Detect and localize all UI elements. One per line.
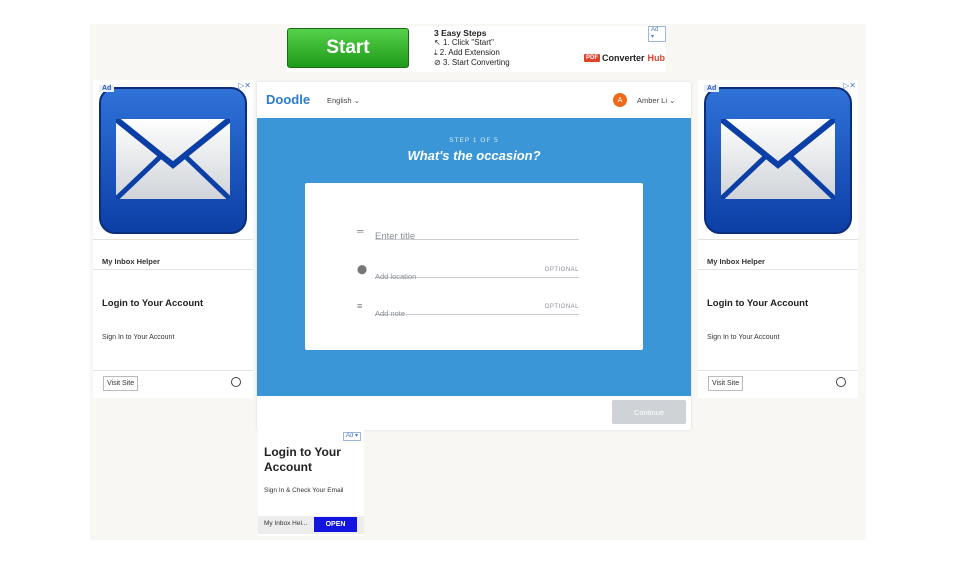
envelope-flap-icon: [114, 116, 232, 201]
note-field[interactable]: ≡ Add note OPTIONAL: [357, 301, 579, 318]
envelope-flap-icon: [719, 116, 837, 201]
ad-sponsor: My Inbox Helper: [102, 257, 160, 266]
note-lines-icon: ≡: [357, 301, 363, 311]
ad-label: Ad: [99, 85, 115, 92]
step-3: ⊘ 3. Start Converting: [434, 58, 510, 67]
ad-label: Ad: [704, 85, 720, 92]
location-pin-icon: ⬤: [357, 264, 368, 274]
top-banner-ad[interactable]: Start 3 Easy Steps ↖ 1. Click "Start" ⤓ …: [286, 26, 666, 72]
ad-description: Sign In & Check Your Email: [264, 487, 344, 494]
optional-label: OPTIONAL: [544, 267, 579, 273]
step-section: STEP 1 OF 5 What's the occasion? ═ Enter…: [257, 118, 691, 396]
check-circle-icon: ⊘: [434, 58, 443, 67]
converter-hub-logo: PDF Converter Hub: [584, 53, 666, 63]
title-field[interactable]: ═ Enter title: [357, 226, 579, 242]
page-title: What's the occasion?: [407, 148, 541, 163]
globe-icon: [836, 377, 846, 387]
right-side-ad[interactable]: Ad ▷✕ My Inbox Helper Login to Your Acco…: [698, 80, 858, 398]
title-lines-icon: ═: [357, 226, 364, 236]
chevron-down-icon: ⌄: [353, 96, 360, 105]
visit-site-button[interactable]: Visit Site: [708, 376, 744, 391]
doodle-header: Doodle English ⌄ A Amber Li ⌄: [257, 82, 691, 118]
optional-label: OPTIONAL: [544, 304, 579, 310]
chevron-down-icon: ⌄: [669, 96, 676, 105]
language-selector[interactable]: English ⌄: [327, 96, 360, 105]
location-field[interactable]: ⬤ Add location OPTIONAL: [357, 264, 579, 281]
steps-list: 3 Easy Steps ↖ 1. Click "Start" ⤓ 2. Add…: [434, 28, 510, 68]
ad-sponsor: My Inbox Hel...: [264, 520, 308, 527]
bottom-ad[interactable]: Ad ▾ Login to Your Account Sign In & Che…: [258, 430, 364, 536]
user-menu[interactable]: Amber Li ⌄: [637, 96, 675, 105]
globe-icon: [231, 377, 241, 387]
doodle-create-panel: Doodle English ⌄ A Amber Li ⌄ STEP 1 OF …: [257, 82, 691, 430]
ad-choices-tag[interactable]: Ad ▾: [648, 26, 666, 42]
ad-description: Sign In to Your Account: [707, 334, 780, 341]
start-button[interactable]: Start: [287, 28, 409, 68]
envelope-icon: [704, 87, 852, 234]
ad-description: Sign In to Your Account: [102, 334, 175, 341]
pdf-badge: PDF: [584, 54, 600, 62]
avatar[interactable]: A: [613, 93, 627, 107]
ad-close-icon[interactable]: ▷✕: [843, 81, 856, 90]
left-side-ad[interactable]: Ad ▷✕ My Inbox Helper Login to Your Acco…: [93, 80, 253, 398]
step-1: ↖ 1. Click "Start": [434, 38, 494, 47]
ad-headline[interactable]: Login to Your Account: [264, 445, 364, 475]
open-button[interactable]: OPEN: [314, 517, 357, 532]
cursor-icon: ↖: [434, 38, 443, 47]
ad-headline[interactable]: Login to Your Account: [707, 298, 808, 309]
doodle-logo[interactable]: Doodle: [266, 92, 310, 107]
event-form-card: ═ Enter title ⬤ Add location OPTIONAL ≡ …: [305, 183, 643, 350]
ad-close-icon[interactable]: ▷✕: [238, 81, 251, 90]
step-2: ⤓ 2. Add Extension: [434, 48, 500, 57]
continue-button[interactable]: Continue: [612, 400, 686, 424]
step-indicator: STEP 1 OF 5: [449, 137, 499, 144]
envelope-icon: [99, 87, 247, 234]
steps-title: 3 Easy Steps: [434, 28, 487, 38]
doodle-footer: Continue: [257, 396, 691, 430]
ad-choices-tag[interactable]: Ad ▾: [343, 432, 362, 441]
ad-sponsor: My Inbox Helper: [707, 257, 765, 266]
ad-headline[interactable]: Login to Your Account: [102, 298, 203, 309]
visit-site-button[interactable]: Visit Site: [103, 376, 139, 391]
